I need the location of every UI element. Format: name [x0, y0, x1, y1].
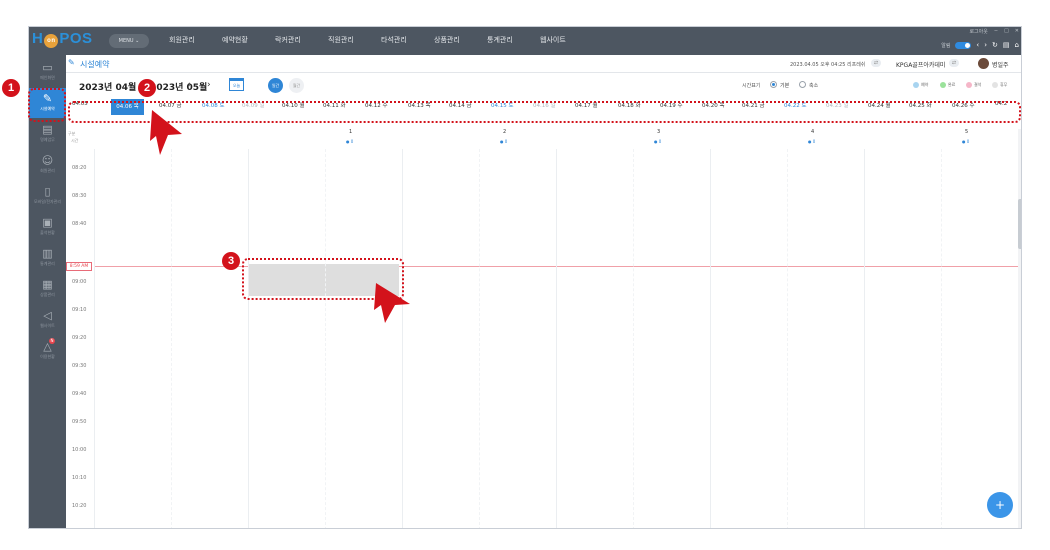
arrow-pointer-2 [150, 110, 182, 155]
annotation-arrows [150, 110, 410, 323]
arrow-pointer-3 [374, 283, 410, 323]
